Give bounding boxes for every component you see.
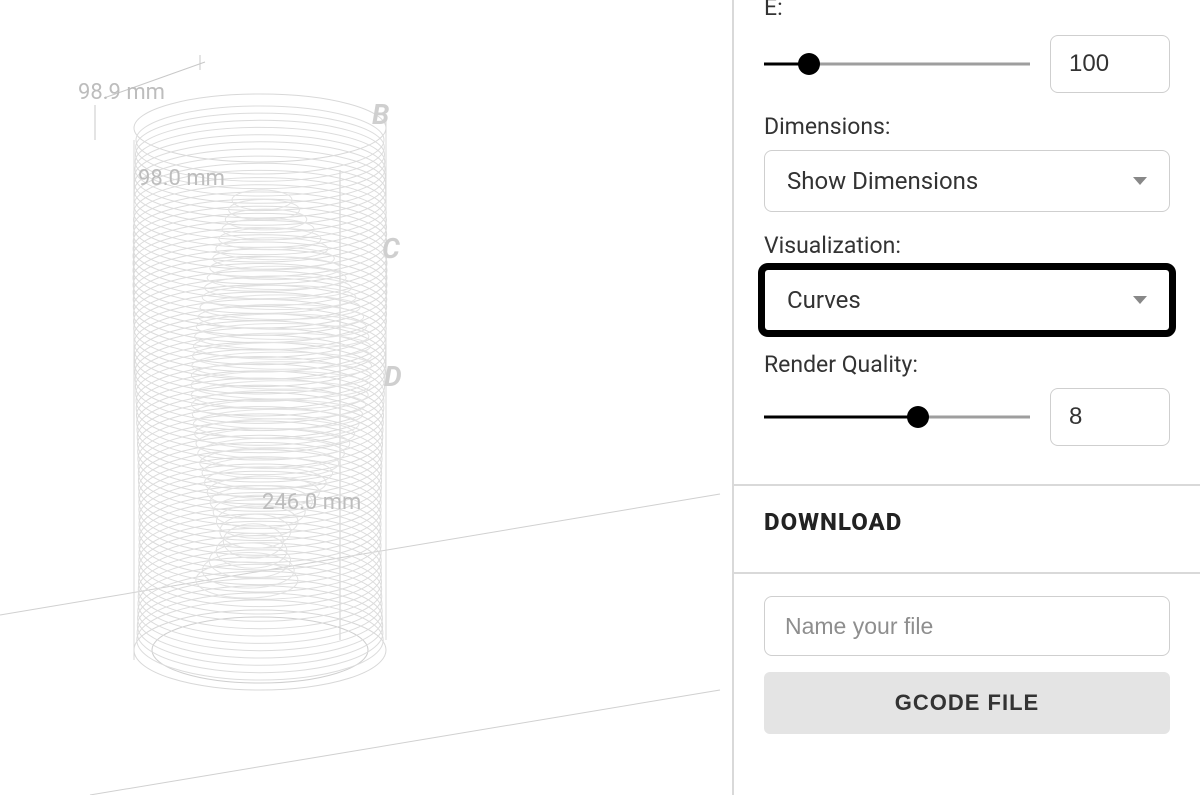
e-slider[interactable] — [764, 44, 1030, 84]
dim-height-label: 246.0 mm — [262, 490, 361, 515]
edge-letter-c: C — [382, 232, 400, 265]
chevron-down-icon — [1133, 177, 1147, 185]
chevron-down-icon — [1133, 296, 1147, 304]
dim-inner-width-label: 98.0 mm — [138, 166, 225, 191]
slider-thumb-icon[interactable] — [798, 53, 820, 75]
render-quality-slider[interactable] — [764, 397, 1030, 437]
e-label: E: — [764, 0, 1170, 21]
dimensions-select[interactable]: Show Dimensions — [764, 150, 1170, 212]
visualization-label: Visualization: — [764, 232, 1170, 259]
e-value-input[interactable] — [1050, 35, 1170, 93]
dim-top-width-label: 98.9 mm — [78, 80, 165, 105]
visualization-select[interactable]: Curves — [764, 269, 1170, 331]
edge-letter-b: B — [372, 98, 389, 131]
slider-thumb-icon[interactable] — [907, 406, 929, 428]
filename-input[interactable] — [764, 596, 1170, 656]
visualization-selected: Curves — [787, 286, 861, 314]
dimensions-selected: Show Dimensions — [787, 167, 978, 195]
edge-letter-d: D — [384, 360, 402, 393]
model-wireframe — [0, 0, 732, 795]
render-quality-input[interactable] — [1050, 388, 1170, 446]
dimensions-label: Dimensions: — [764, 113, 1170, 140]
settings-panel: E: Dimensions: Show Dimensions Visualiza… — [732, 0, 1200, 795]
download-heading: DOWNLOAD — [734, 486, 1200, 550]
3d-viewport[interactable]: 98.9 mm 98.0 mm 246.0 mm B C D — [0, 0, 732, 795]
gcode-file-button[interactable]: GCODE FILE — [764, 672, 1170, 734]
render-quality-label: Render Quality: — [764, 351, 1170, 378]
